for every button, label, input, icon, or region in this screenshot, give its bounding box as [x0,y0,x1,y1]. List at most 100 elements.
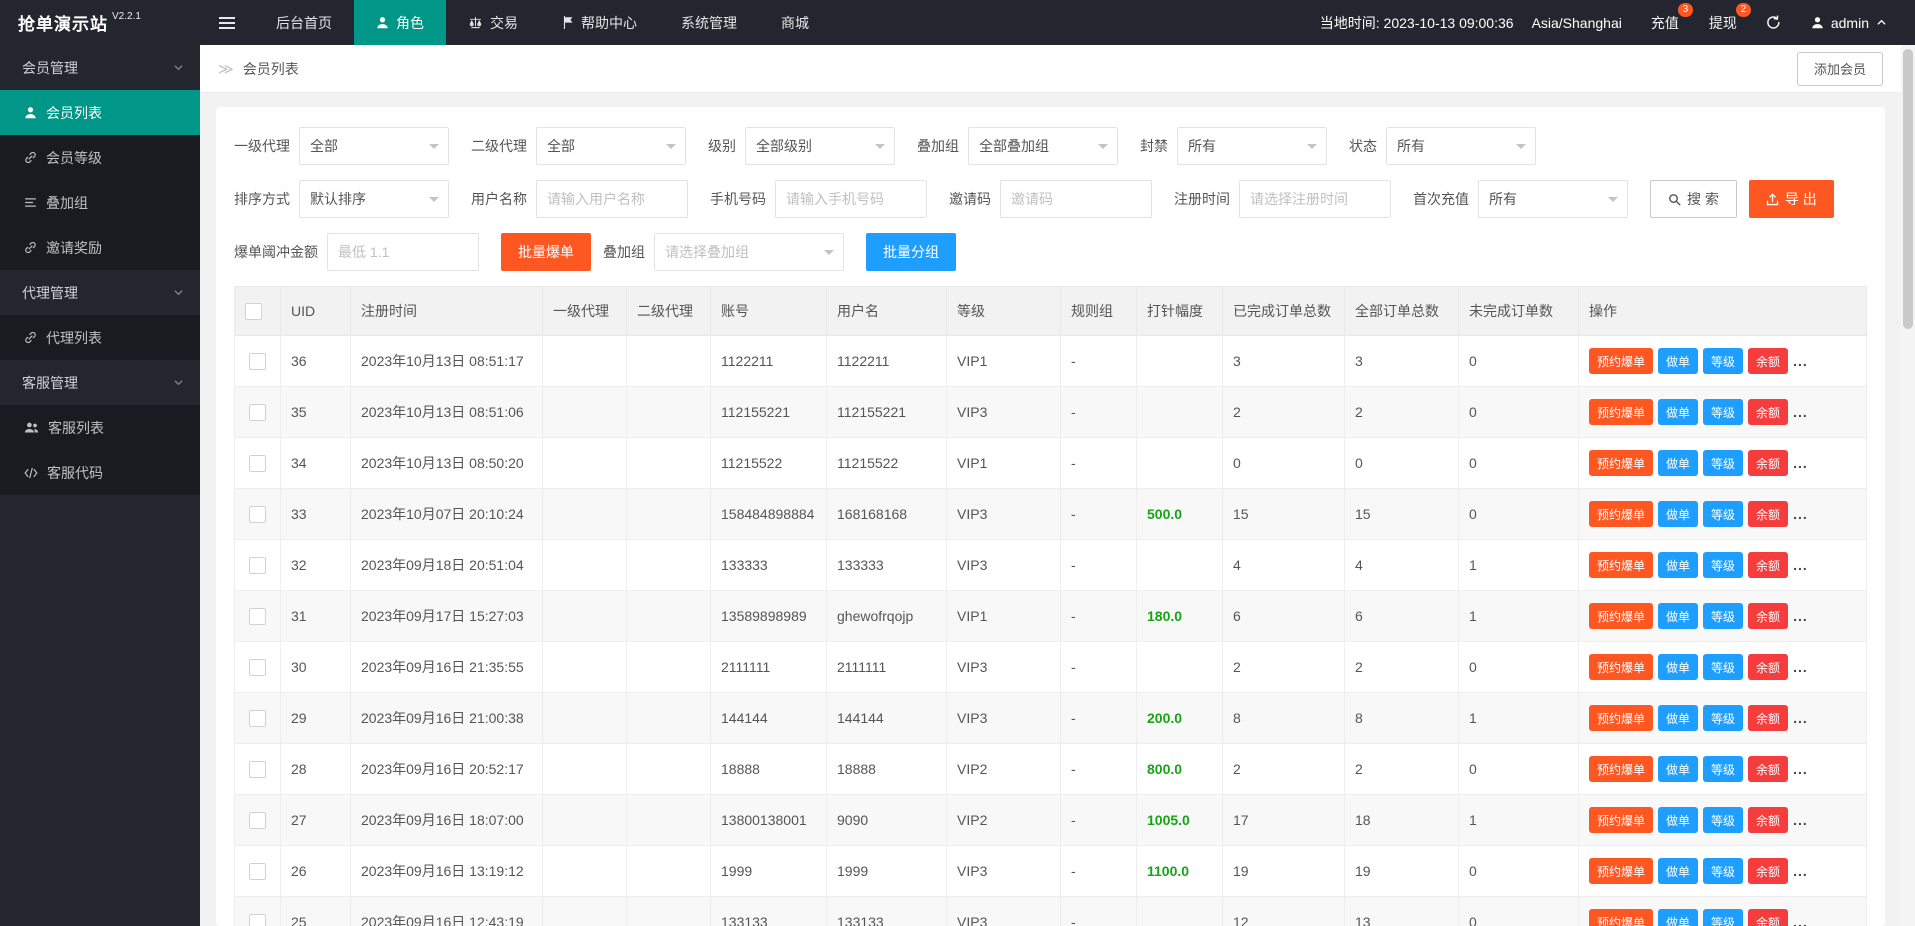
balance-button[interactable]: 余额 [1748,756,1789,782]
batch-group-button[interactable]: 批量分组 [866,233,956,271]
menu-toggle-button[interactable] [200,0,254,45]
filter-ban-select[interactable]: 所有 [1177,127,1327,165]
add-member-button[interactable]: 添加会员 [1796,51,1883,86]
scrollbar-thumb[interactable] [1903,49,1913,329]
level-button[interactable]: 等级 [1703,807,1744,833]
more-actions-button[interactable]: ... [1793,455,1808,471]
reserve-burst-button[interactable]: 预约爆单 [1589,603,1654,629]
reserve-burst-button[interactable]: 预约爆单 [1589,348,1654,374]
topnav-item-system[interactable]: 系统管理 [659,0,759,45]
sidebar-item-member-list[interactable]: 会员列表 [0,90,200,135]
sidebar-group-agent-mgmt[interactable]: 代理管理 [0,270,200,315]
level-button[interactable]: 等级 [1703,348,1744,374]
level-button[interactable]: 等级 [1703,552,1744,578]
row-checkbox[interactable] [249,505,266,523]
make-order-button[interactable]: 做单 [1658,909,1699,926]
level-button[interactable]: 等级 [1703,756,1744,782]
reserve-burst-button[interactable]: 预约爆单 [1589,858,1654,884]
more-actions-button[interactable]: ... [1793,812,1808,828]
sidebar-group-member-mgmt[interactable]: 会员管理 [0,45,200,90]
make-order-button[interactable]: 做单 [1658,552,1699,578]
topnav-item-home[interactable]: 后台首页 [254,0,354,45]
filter-phone-input[interactable] [775,180,927,218]
make-order-button[interactable]: 做单 [1658,603,1699,629]
more-actions-button[interactable]: ... [1793,353,1808,369]
sidebar-item-service-code[interactable]: 客服代码 [0,450,200,495]
make-order-button[interactable]: 做单 [1658,705,1699,731]
topnav-item-trade[interactable]: 交易 [446,0,540,45]
filter-first-recharge-select[interactable]: 所有 [1478,180,1628,218]
reserve-burst-button[interactable]: 预约爆单 [1589,501,1654,527]
sidebar-item-invite-reward[interactable]: 邀请奖励 [0,225,200,270]
row-checkbox[interactable] [249,403,266,421]
reserve-burst-button[interactable]: 预约爆单 [1589,756,1654,782]
balance-button[interactable]: 余额 [1748,654,1789,680]
balance-button[interactable]: 余额 [1748,348,1789,374]
balance-button[interactable]: 余额 [1748,909,1789,926]
make-order-button[interactable]: 做单 [1658,348,1699,374]
balance-button[interactable]: 余额 [1748,705,1789,731]
reserve-burst-button[interactable]: 预约爆单 [1589,909,1654,926]
filter-invite-code-input[interactable] [1000,180,1152,218]
sidebar-item-service-list[interactable]: 客服列表 [0,405,200,450]
recharge-link[interactable]: 充值 3 [1636,0,1694,45]
balance-button[interactable]: 余额 [1748,399,1789,425]
row-checkbox[interactable] [249,862,266,880]
balance-button[interactable]: 余额 [1748,552,1789,578]
row-checkbox[interactable] [249,709,266,727]
filter-agent1-select[interactable]: 全部 [299,127,449,165]
level-button[interactable]: 等级 [1703,501,1744,527]
filter-sort-select[interactable]: 默认排序 [299,180,449,218]
level-button[interactable]: 等级 [1703,705,1744,731]
reserve-burst-button[interactable]: 预约爆单 [1589,807,1654,833]
batch-burst-button[interactable]: 批量爆单 [501,233,591,271]
make-order-button[interactable]: 做单 [1658,501,1699,527]
row-checkbox[interactable] [249,913,266,926]
level-button[interactable]: 等级 [1703,858,1744,884]
level-button[interactable]: 等级 [1703,909,1744,926]
sidebar-item-member-level[interactable]: 会员等级 [0,135,200,180]
more-actions-button[interactable]: ... [1793,506,1808,522]
make-order-button[interactable]: 做单 [1658,807,1699,833]
make-order-button[interactable]: 做单 [1658,756,1699,782]
user-menu[interactable]: admin [1795,0,1903,45]
refresh-button[interactable] [1752,0,1795,45]
reserve-burst-button[interactable]: 预约爆单 [1589,399,1654,425]
row-checkbox[interactable] [249,658,266,676]
reserve-burst-button[interactable]: 预约爆单 [1589,552,1654,578]
export-button[interactable]: 导 出 [1748,180,1834,218]
filter-agent2-select[interactable]: 全部 [536,127,686,165]
level-button[interactable]: 等级 [1703,399,1744,425]
balance-button[interactable]: 余额 [1748,450,1789,476]
more-actions-button[interactable]: ... [1793,557,1808,573]
level-button[interactable]: 等级 [1703,450,1744,476]
reserve-burst-button[interactable]: 预约爆单 [1589,654,1654,680]
sidebar-item-stack-group[interactable]: 叠加组 [0,180,200,225]
sidebar-item-agent-list[interactable]: 代理列表 [0,315,200,360]
filter-stack-group-select[interactable]: 全部叠加组 [968,127,1118,165]
make-order-button[interactable]: 做单 [1658,654,1699,680]
make-order-button[interactable]: 做单 [1658,858,1699,884]
filter-status-select[interactable]: 所有 [1386,127,1536,165]
sidebar-group-service-mgmt[interactable]: 客服管理 [0,360,200,405]
row-checkbox[interactable] [249,556,266,574]
app-logo[interactable]: 抢单演示站 V2.2.1 [0,0,200,45]
level-button[interactable]: 等级 [1703,654,1744,680]
vertical-scrollbar[interactable] [1901,45,1915,926]
balance-button[interactable]: 余额 [1748,603,1789,629]
more-actions-button[interactable]: ... [1793,608,1808,624]
make-order-button[interactable]: 做单 [1658,399,1699,425]
more-actions-button[interactable]: ... [1793,914,1808,926]
row-checkbox[interactable] [249,811,266,829]
burst-amount-input[interactable] [327,233,479,271]
more-actions-button[interactable]: ... [1793,659,1808,675]
search-button[interactable]: 搜 索 [1650,180,1737,218]
reserve-burst-button[interactable]: 预约爆单 [1589,705,1654,731]
level-button[interactable]: 等级 [1703,603,1744,629]
topnav-item-mall[interactable]: 商城 [759,0,831,45]
filter-reg-time-input[interactable] [1239,180,1391,218]
select-all-checkbox[interactable] [245,302,262,320]
balance-button[interactable]: 余额 [1748,501,1789,527]
filter-username-input[interactable] [536,180,688,218]
row-checkbox[interactable] [249,760,266,778]
